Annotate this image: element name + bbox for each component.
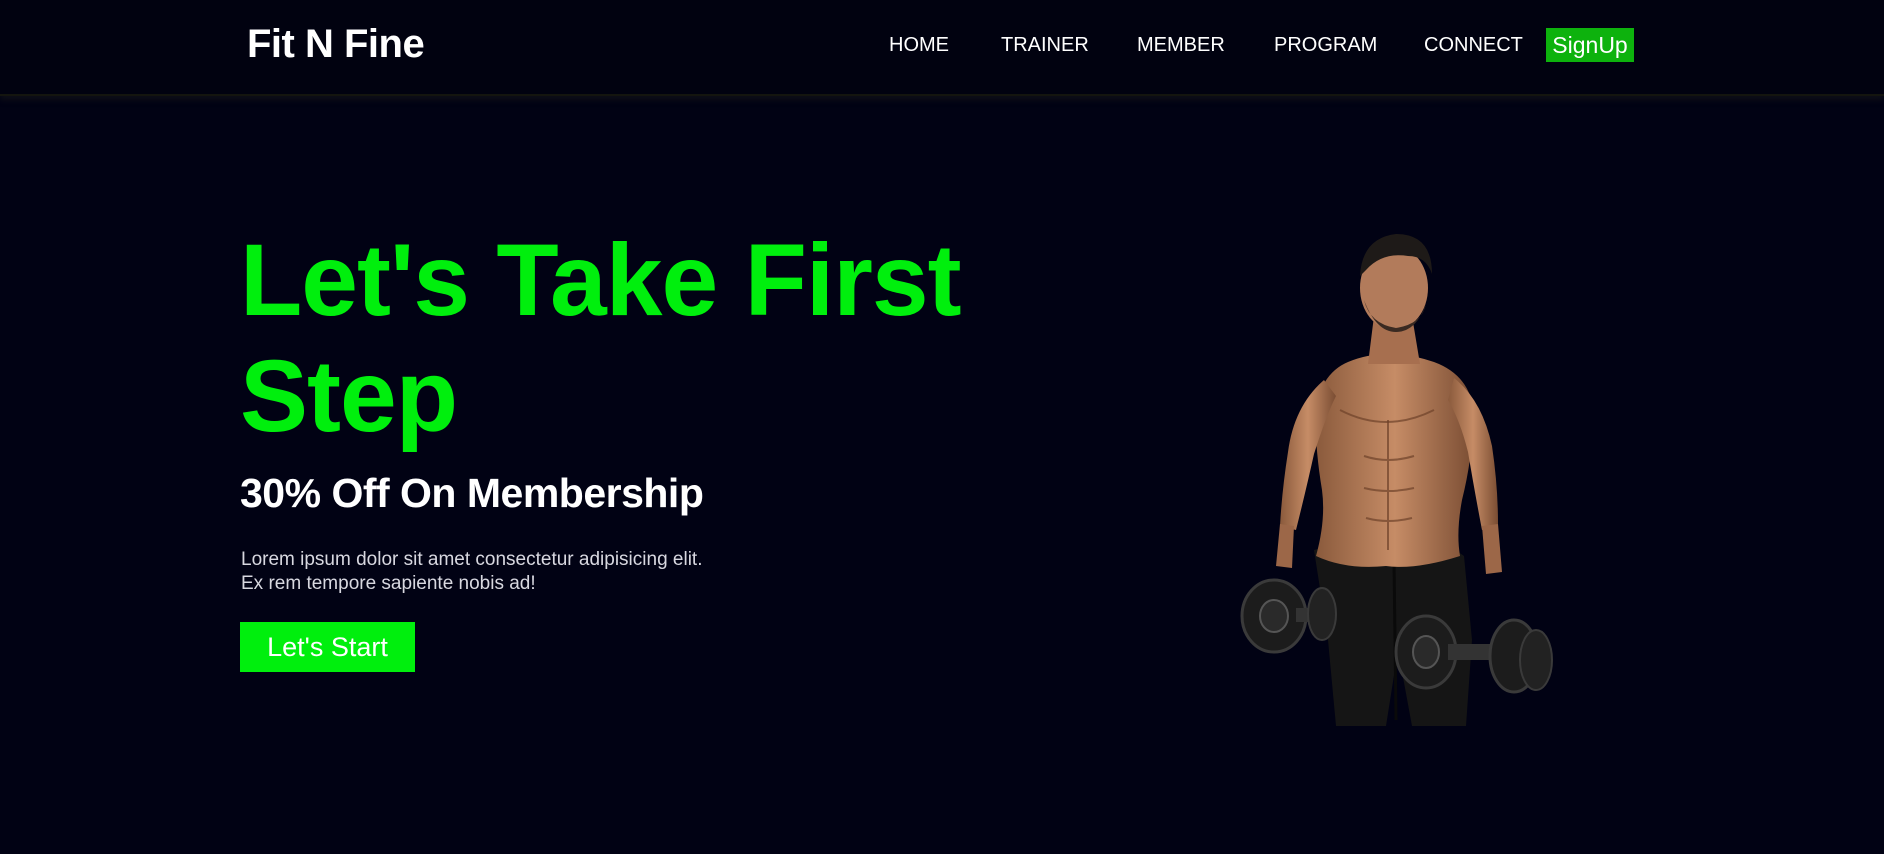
nav-link-member[interactable]: MEMBER <box>1137 34 1225 57</box>
hero-subtitle: 30% Off On Membership <box>240 470 704 516</box>
hero-title: Let's Take First Step <box>240 223 962 453</box>
navbar: Fit N Fine HOME TRAINER MEMBER PROGRAM C… <box>0 0 1884 96</box>
hero-description: Lorem ipsum dolor sit amet consectetur a… <box>241 549 703 594</box>
fitness-man-image <box>1240 234 1553 726</box>
nav-link-program[interactable]: PROGRAM <box>1274 34 1377 57</box>
nav-link-trainer[interactable]: TRAINER <box>1001 34 1089 57</box>
nav-link-home[interactable]: HOME <box>889 34 949 57</box>
lets-start-button[interactable]: Let's Start <box>240 622 415 672</box>
brand-logo[interactable]: Fit N Fine <box>247 22 425 67</box>
signup-button[interactable]: SignUp <box>1546 28 1634 62</box>
nav-link-connect[interactable]: CONNECT <box>1424 34 1523 57</box>
